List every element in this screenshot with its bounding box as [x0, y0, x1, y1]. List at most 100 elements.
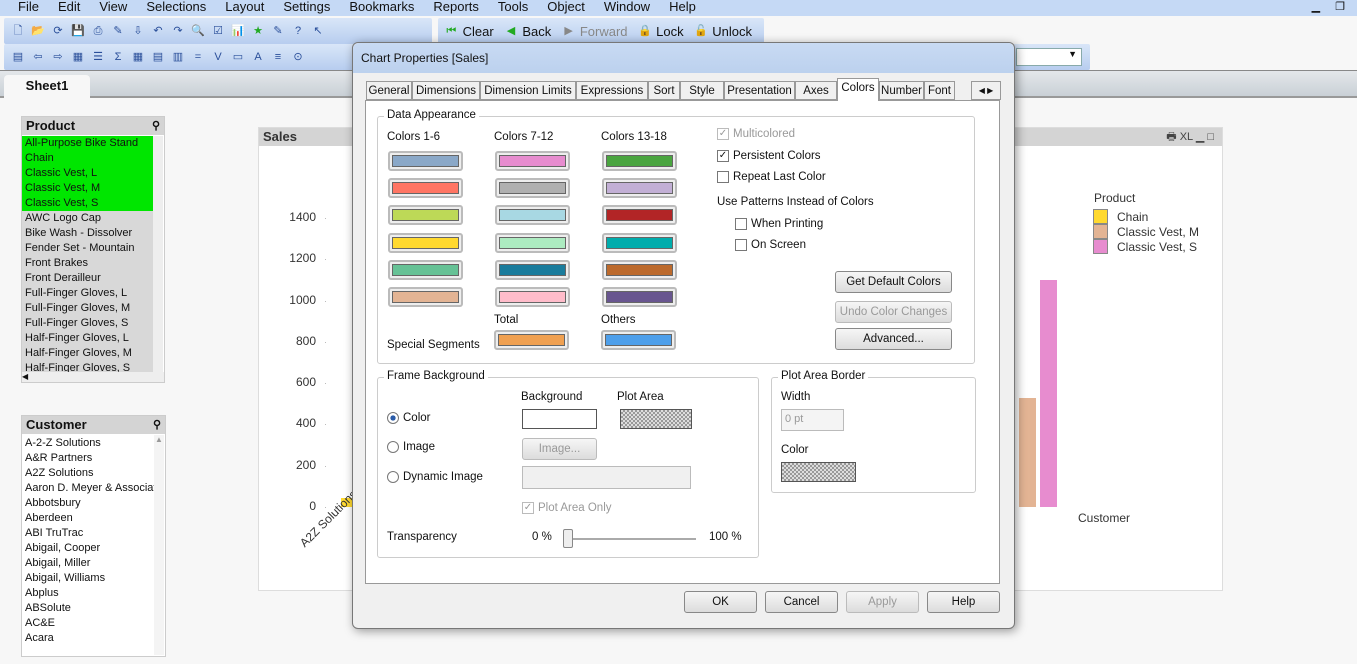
legend-item[interactable]: Classic Vest, M — [1093, 224, 1199, 239]
table-box-icon[interactable]: ▦ — [130, 49, 146, 65]
demote-sheet-icon[interactable]: ⇨ — [50, 49, 66, 65]
color-swatch[interactable] — [495, 205, 570, 226]
others-color-swatch[interactable] — [601, 330, 676, 350]
color-swatch[interactable] — [388, 151, 463, 171]
menu-view[interactable]: View — [99, 0, 127, 16]
line-arrow-icon[interactable]: ≡ — [270, 49, 286, 65]
tab-colors[interactable]: Colors — [837, 78, 879, 101]
unlock-button[interactable]: Unlock — [712, 24, 752, 39]
color-swatch[interactable] — [602, 151, 677, 171]
plot-area-only-checkbox[interactable]: ✓ — [522, 502, 534, 514]
menu-object[interactable]: Object — [547, 0, 585, 16]
menu-edit[interactable]: Edit — [58, 0, 80, 16]
window-controls[interactable]: ▁ ❐ — [1312, 0, 1351, 13]
color-swatch[interactable] — [388, 287, 463, 307]
clear-button[interactable]: Clear — [463, 24, 494, 39]
list-item[interactable]: Chain — [22, 151, 154, 166]
list-item[interactable]: Front Brakes — [22, 256, 154, 271]
total-color-swatch[interactable] — [494, 330, 569, 350]
list-item[interactable]: Classic Vest, M — [22, 181, 154, 196]
lock-button[interactable]: Lock — [656, 24, 683, 39]
reload-icon[interactable]: ⟳ — [50, 23, 66, 39]
color-swatch[interactable] — [602, 178, 677, 199]
color-swatch[interactable] — [495, 259, 570, 280]
list-item[interactable]: Aberdeen — [22, 511, 154, 526]
color-swatch[interactable] — [602, 259, 677, 280]
sheet-properties-icon[interactable]: ▦ — [70, 49, 86, 65]
search-icon[interactable]: ⚲ — [152, 117, 160, 135]
redo-icon[interactable]: ↷ — [170, 23, 186, 39]
list-item[interactable]: Abigail, Miller — [22, 556, 154, 571]
apply-button[interactable]: Apply — [846, 591, 919, 613]
tab-scroll-arrows[interactable]: ◀ ▶ — [971, 81, 1001, 100]
get-default-colors-button[interactable]: Get Default Colors — [835, 271, 952, 293]
dynamic-image-input[interactable] — [522, 466, 691, 489]
transparency-slider-thumb[interactable] — [563, 529, 573, 548]
list-item[interactable]: AWC Logo Cap — [22, 211, 154, 226]
slider-icon[interactable]: ⊙ — [290, 49, 306, 65]
undo-icon[interactable]: ↶ — [150, 23, 166, 39]
tab-font[interactable]: Font — [924, 81, 955, 100]
list-item[interactable]: Abplus — [22, 586, 154, 601]
list-item[interactable]: Abigail, Williams — [22, 571, 154, 586]
menu-tools[interactable]: Tools — [498, 0, 528, 16]
save-icon[interactable]: 💾 — [70, 23, 86, 39]
list-item[interactable]: ABSolute — [22, 601, 154, 616]
menu-layout[interactable]: Layout — [225, 0, 264, 16]
color-swatch[interactable] — [495, 151, 570, 171]
list-item[interactable]: Half-Finger Gloves, L — [22, 331, 154, 346]
menu-selections[interactable]: Selections — [146, 0, 206, 16]
list-item[interactable]: Full-Finger Gloves, S — [22, 316, 154, 331]
print-icon[interactable]: ⎙ — [90, 23, 106, 39]
color-swatch[interactable] — [495, 287, 570, 307]
tab-dimension-limits[interactable]: Dimension Limits — [480, 81, 576, 100]
ok-button[interactable]: OK — [684, 591, 757, 613]
menu-help[interactable]: Help — [669, 0, 696, 16]
list-item[interactable]: Classic Vest, S — [22, 196, 154, 211]
persistent-colors-checkbox[interactable]: ✓ — [717, 150, 729, 162]
search-icon[interactable]: 🔍 — [190, 23, 206, 39]
list-item[interactable]: All-Purpose Bike Stand — [22, 136, 154, 151]
list-item[interactable]: Front Derailleur — [22, 271, 154, 286]
tab-style[interactable]: Style — [680, 81, 724, 100]
image-button[interactable]: Image... — [522, 438, 597, 460]
list-item[interactable]: A2Z Solutions — [22, 466, 154, 481]
bar[interactable] — [1040, 279, 1057, 507]
vertical-scrollbar[interactable]: ▲ — [154, 435, 164, 655]
tab-presentation[interactable]: Presentation — [724, 81, 795, 100]
menu-bookmarks[interactable]: Bookmarks — [349, 0, 414, 16]
dynamic-image-radio[interactable] — [387, 471, 399, 483]
list-item[interactable]: Aaron D. Meyer & Associat — [22, 481, 154, 496]
tab-number[interactable]: Number — [879, 81, 924, 100]
statistics-box-icon[interactable]: Σ — [110, 49, 126, 65]
help-button[interactable]: Help — [927, 591, 1000, 613]
current-selections-box-icon[interactable]: V — [210, 49, 226, 65]
customer-listbox-header[interactable]: Customer ⚲ — [22, 416, 165, 434]
input-box-icon[interactable]: = — [190, 49, 206, 65]
search-icon[interactable]: ⚲ — [153, 416, 161, 434]
list-item[interactable]: Full-Finger Gloves, M — [22, 301, 154, 316]
list-item[interactable]: Classic Vest, L — [22, 166, 154, 181]
edit-script-icon[interactable]: ✎ — [110, 23, 126, 39]
color-swatch[interactable] — [602, 205, 677, 226]
chart-icon[interactable]: ▥ — [170, 49, 186, 65]
color-swatch[interactable] — [388, 259, 463, 280]
back-button[interactable]: Back — [522, 24, 551, 39]
color-swatch[interactable] — [388, 178, 463, 199]
color-swatch[interactable] — [602, 232, 677, 253]
list-item[interactable]: AC&E — [22, 616, 154, 631]
list-item[interactable]: Abigail, Cooper — [22, 541, 154, 556]
help-icon[interactable]: ? — [290, 23, 306, 39]
color-swatch[interactable] — [602, 287, 677, 307]
legend-item[interactable]: Classic Vest, S — [1093, 239, 1199, 254]
add-sheet-icon[interactable]: ▤ — [10, 49, 26, 65]
image-radio[interactable] — [387, 441, 399, 453]
list-item[interactable]: A&R Partners — [22, 451, 154, 466]
list-item[interactable]: Full-Finger Gloves, L — [22, 286, 154, 301]
list-item[interactable]: A-2-Z Solutions — [22, 436, 154, 451]
list-item[interactable]: Half-Finger Gloves, S — [22, 361, 154, 372]
multicolored-checkbox[interactable]: ✓ — [717, 128, 729, 140]
bookmark-icon[interactable]: ★ — [250, 23, 266, 39]
color-radio[interactable] — [387, 412, 399, 424]
transparency-slider-track[interactable] — [563, 538, 696, 540]
